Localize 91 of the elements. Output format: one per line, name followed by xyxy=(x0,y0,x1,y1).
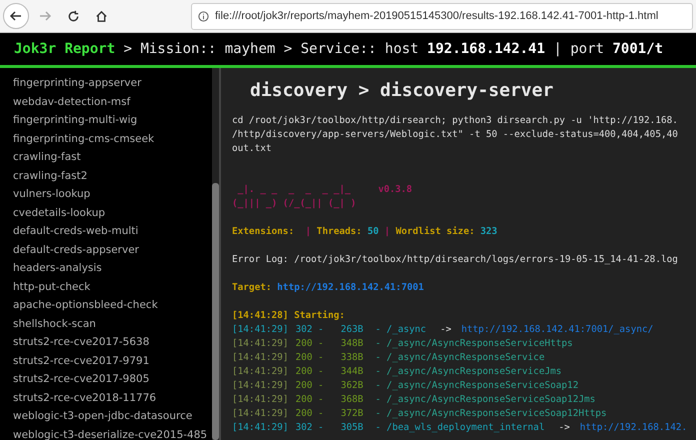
back-button[interactable] xyxy=(3,3,29,29)
log-path: - /_async xyxy=(375,323,426,337)
sidebar-item[interactable]: struts2-rce-cve2017-5638 xyxy=(13,333,212,352)
status-code: 200 - xyxy=(295,379,324,393)
sidebar-item[interactable]: struts2-rce-cve2017-9805 xyxy=(13,370,212,388)
status-code: 200 - xyxy=(295,407,324,421)
info-icon xyxy=(198,10,209,22)
report-brand[interactable]: Jok3r Report xyxy=(14,38,116,60)
address-bar[interactable]: file:///root/jok3r/reports/mayhem-20190515145300/results-192.168.142.41-7001-http-1.html xyxy=(191,2,693,30)
log-path: - /_async/AsyncResponseServiceHttps xyxy=(375,337,573,351)
scrollbar-thumb[interactable] xyxy=(212,183,219,440)
version-text: v0.3.8 xyxy=(378,183,412,197)
target-url[interactable]: http://192.168.142.41:7001 xyxy=(277,281,424,295)
reload-icon xyxy=(66,10,80,22)
sidebar-item[interactable]: default-creds-appserver xyxy=(13,240,212,259)
threads-value: 50 xyxy=(367,225,379,239)
redirect-link[interactable]: http://192.168.142.41:7001/_async/ xyxy=(461,323,654,337)
sidebar-item[interactable]: webdav-detection-msf xyxy=(13,92,212,111)
log-time: [14:41:29] xyxy=(232,393,288,407)
home-icon xyxy=(94,10,108,22)
log-time: [14:41:29] xyxy=(232,365,288,379)
sidebar-item[interactable]: default-creds-web-multi xyxy=(13,222,212,240)
response-size: 338B xyxy=(340,351,364,365)
sidebar-item[interactable]: fingerprinting-multi-wig xyxy=(13,111,212,130)
sidebar-item[interactable]: vulners-lookup xyxy=(13,185,212,204)
sidebar-item[interactable]: crawling-fast xyxy=(13,148,212,166)
status-code: 302 - xyxy=(295,323,324,337)
status-code: 302 - xyxy=(295,421,324,435)
response-size: 368B xyxy=(340,393,364,407)
forward-arrow-icon xyxy=(38,9,52,23)
sidebar-item[interactable]: cvedetails-lookup xyxy=(13,204,212,222)
response-size: 372B xyxy=(340,407,364,421)
sidebar-item[interactable]: weblogic-t3-open-jdbc-datasource xyxy=(13,407,212,426)
redirect-link[interactable]: http://192.168.142. xyxy=(580,421,688,435)
log-path: - /_async/AsyncResponseServiceSoap12 xyxy=(375,379,578,393)
error-log-line: Error Log: /root/jok3r/toolbox/http/dirsearch/logs/errors-19-05-15_14-41-28.log xyxy=(232,253,679,267)
starting-line: [14:41:28] Starting: xyxy=(232,309,346,323)
extensions-label: Extensions: xyxy=(232,225,296,239)
threads-label: Threads: xyxy=(316,225,363,239)
log-time: [14:41:29] xyxy=(232,337,288,351)
log-path: - /_async/AsyncResponseServiceSoap12Https xyxy=(375,407,607,421)
sidebar-item[interactable]: http-put-check xyxy=(13,278,212,296)
log-path: - /_async/AsyncResponseService xyxy=(375,351,545,365)
separator: | xyxy=(304,225,312,239)
log-path: - /_async/AsyncResponseServiceSoap12Jms xyxy=(375,393,596,407)
response-size: 305B xyxy=(340,421,364,435)
response-size: 348B xyxy=(340,337,364,351)
command-line: cd /root/jok3r/toolbox/http/dirsearch; python3 dirsearch.py -u 'http://192.168. xyxy=(232,114,679,128)
breadcrumb-text: | port xyxy=(552,40,606,58)
log-time: [14:41:29] xyxy=(232,407,288,421)
sidebar-item[interactable]: struts2-rce-cve2018-11776 xyxy=(13,388,212,407)
ascii-logo-text: _|. _ _ _ _ _ _|_ xyxy=(236,183,352,197)
sidebar-item[interactable]: fingerprinting-appserver xyxy=(13,74,212,92)
response-size: 263B xyxy=(340,323,364,337)
status-code: 200 - xyxy=(295,337,324,351)
log-time: [14:41:29] xyxy=(232,421,288,435)
wordlist-value: 323 xyxy=(480,225,498,239)
scrollbar[interactable] xyxy=(212,68,219,440)
redirect-arrow: -> xyxy=(440,323,452,337)
breadcrumb-text: 7001/t xyxy=(612,40,664,58)
breadcrumb-text: > Service:: host xyxy=(282,40,420,58)
sidebar-item[interactable]: weblogic-t3-deserialize-cve2015-485 xyxy=(13,426,212,440)
sidebar-item[interactable]: apache-optionsbleed-check xyxy=(13,296,212,314)
sidebar-item[interactable]: shellshock-scan xyxy=(13,314,212,333)
log-time: [14:41:29] xyxy=(232,323,288,337)
breadcrumb-text: mayhem xyxy=(224,40,276,58)
log-time: [14:41:29] xyxy=(232,351,288,365)
ascii-logo-text: (_||| _) (/_(_|| (_| ) xyxy=(232,197,356,211)
redirect-arrow: -> xyxy=(558,421,570,435)
response-size: 344B xyxy=(340,365,364,379)
sidebar-item[interactable]: headers-analysis xyxy=(13,259,212,278)
back-arrow-icon xyxy=(9,9,23,23)
status-code: 200 - xyxy=(295,393,324,407)
log-path: - /bea_wls_deployment_internal xyxy=(375,421,545,435)
breadcrumb-text: 192.168.142.41 xyxy=(427,40,546,58)
section-title: discovery > discovery-server xyxy=(249,79,554,103)
sidebar-item[interactable]: crawling-fast2 xyxy=(13,166,212,185)
url-text: file:///root/jok3r/reports/mayhem-20190515145300/results-192.168.142.41-7001-http-1.html xyxy=(215,8,658,24)
command-line: /http/discovery/app-servers/Weblogic.txt" -t 50 --exclude-status=400,404,405,40 xyxy=(232,128,679,142)
status-code: 200 - xyxy=(295,365,324,379)
command-line: out.txt xyxy=(232,142,273,156)
separator: | xyxy=(383,225,390,239)
log-path: - /_async/AsyncResponseServiceJms xyxy=(375,365,562,379)
status-code: 200 - xyxy=(295,351,324,365)
sidebar-item[interactable]: struts2-rce-cve2017-9791 xyxy=(13,352,212,370)
wordlist-label: Wordlist size: xyxy=(394,225,476,239)
target-label: Target: xyxy=(232,281,273,295)
response-size: 362B xyxy=(340,379,364,393)
breadcrumb-text: > Mission:: xyxy=(122,40,218,58)
sidebar-item[interactable]: fingerprinting-cms-cmseek xyxy=(13,130,212,148)
log-time: [14:41:29] xyxy=(232,379,288,393)
